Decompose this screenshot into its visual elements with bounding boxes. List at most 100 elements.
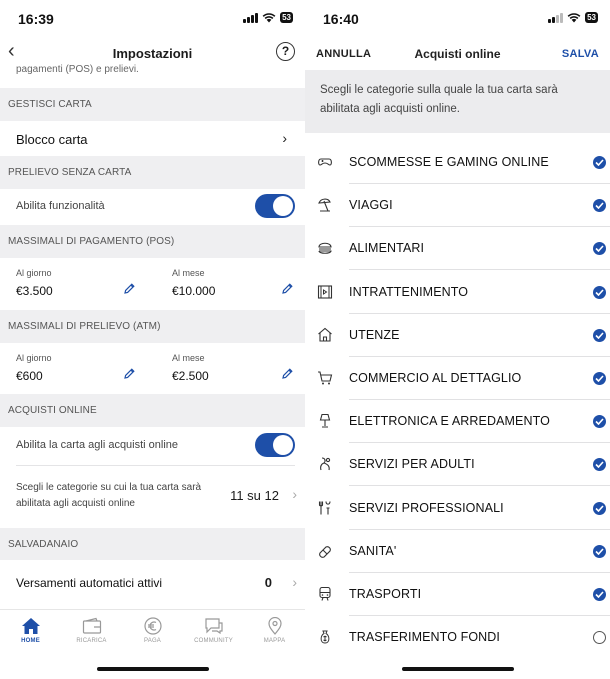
settings-screen: 16:39 53 ‹ Impostazioni ? pagamenti (POS… <box>0 0 305 679</box>
blocco-carta-row[interactable]: Blocco carta › <box>0 121 305 156</box>
status-time: 16:40 <box>323 11 359 27</box>
category-row[interactable]: ALIMENTARI <box>305 227 610 271</box>
pos-day-value: €3.500 <box>16 284 53 298</box>
atm-month-label: Al mese <box>172 353 205 363</box>
tab-ricarica[interactable]: RICARICA <box>61 610 122 653</box>
atm-month-value: €2.500 <box>172 369 209 383</box>
category-row[interactable]: SERVIZI PROFESSIONALI <box>305 487 610 530</box>
help-icon[interactable]: ? <box>276 42 295 61</box>
categorie-row[interactable]: Scegli le categorie su cui la tua carta … <box>0 466 305 528</box>
section-salvadanaio: SALVADANAIO <box>0 528 305 560</box>
check-icon <box>595 505 604 512</box>
blocco-carta-label: Blocco carta <box>16 132 88 147</box>
category-label: SANITA' <box>349 543 397 558</box>
category-row[interactable]: VIAGGI <box>305 184 610 228</box>
home-indicator <box>96 667 209 671</box>
wifi-icon <box>262 12 276 22</box>
tab-community[interactable]: COMMUNITY <box>183 610 244 653</box>
check-icon <box>595 548 604 555</box>
category-row[interactable]: SANITA' <box>305 530 610 573</box>
category-label: COMMERCIO AL DETTAGLIO <box>349 371 522 385</box>
signal-icon <box>243 12 259 23</box>
tab-bar: HOME RICARICA PAGA COMMUNITY MAPPA <box>0 609 305 653</box>
chevron-right-icon: › <box>292 574 297 590</box>
checkbox-checked-icon[interactable] <box>593 501 606 515</box>
checkbox-checked-icon[interactable] <box>593 588 606 601</box>
acquisti-online-screen: 16:40 53 ANNULLA Acquisti online SALVA S… <box>305 0 610 679</box>
category-label: VIAGGI <box>349 198 393 213</box>
info-banner: Scegli le categorie sulla quale la tua c… <box>305 70 610 133</box>
pos-month-label: Al mese <box>172 268 205 278</box>
tab-paga[interactable]: PAGA <box>122 610 183 653</box>
tab-label: HOME <box>21 638 40 644</box>
category-row[interactable]: TRASPORTI <box>305 573 610 616</box>
checkbox-checked-icon[interactable] <box>593 285 606 299</box>
category-row[interactable]: UTENZE <box>305 314 610 357</box>
status-icons: 53 <box>243 12 293 23</box>
lamp-icon <box>319 414 331 428</box>
category-row[interactable]: SERVIZI PER ADULTI <box>305 443 610 487</box>
check-icon <box>595 418 604 426</box>
edit-pencil-icon[interactable] <box>281 282 294 295</box>
category-label: ELETTRONICA E ARREDAMENTO <box>349 414 550 429</box>
versamenti-label: Versamenti automatici attivi <box>16 576 163 590</box>
prelievo-toggle[interactable] <box>255 194 295 218</box>
edit-pencil-icon[interactable] <box>123 282 136 295</box>
cart-icon <box>318 371 333 385</box>
save-button[interactable]: SALVA <box>562 48 599 60</box>
edit-pencil-icon[interactable] <box>281 367 294 380</box>
checkbox-checked-icon[interactable] <box>593 156 606 169</box>
tab-mappa[interactable]: MAPPA <box>244 610 305 653</box>
checkbox-unchecked-icon[interactable] <box>593 631 606 645</box>
checkbox-checked-icon[interactable] <box>593 372 606 385</box>
section-massimali-pos: MASSIMALI DI PAGAMENTO (POS) <box>0 225 305 258</box>
section-gestisci-carta: GESTISCI CARTA <box>0 88 305 121</box>
category-label: UTENZE <box>349 327 400 342</box>
checkbox-checked-icon[interactable] <box>593 415 606 429</box>
checkbox-checked-icon[interactable] <box>593 458 606 472</box>
acquisti-toggle-row: Abilita la carta agli acquisti online <box>0 427 305 465</box>
categorie-label: Scegli le categorie su cui la tua carta … <box>16 482 202 509</box>
checkbox-checked-icon[interactable] <box>593 328 606 342</box>
category-row[interactable]: ELETTRONICA E ARREDAMENTO <box>305 400 610 444</box>
check-icon <box>595 332 604 339</box>
category-row[interactable]: TRASFERIMENTO FONDI <box>305 616 610 659</box>
massimali-pos-row: Al giorno €3.500 Al mese €10.000 <box>0 258 305 310</box>
category-label: TRASFERIMENTO FONDI <box>349 630 500 645</box>
versamenti-count: 0 <box>264 575 272 590</box>
acquisti-online-toggle[interactable] <box>255 433 295 457</box>
category-row[interactable]: SCOMMESSE E GAMING ONLINE <box>305 141 610 184</box>
chevron-right-icon: › <box>292 486 297 502</box>
adult-icon <box>320 457 331 471</box>
pos-month-cell: Al mese €10.000 <box>172 268 215 298</box>
edit-pencil-icon[interactable] <box>123 367 136 380</box>
check-icon <box>595 289 604 296</box>
check-icon <box>595 159 604 166</box>
pos-day-cell: Al giorno €3.500 <box>16 268 53 298</box>
train-icon <box>319 586 331 601</box>
abilita-online-label: Abilita la carta agli acquisti online <box>16 439 179 451</box>
checkbox-checked-icon[interactable] <box>593 242 606 256</box>
house-icon <box>318 327 332 342</box>
versamenti-row[interactable]: Versamenti automatici attivi 0 › <box>0 560 305 608</box>
chevron-right-icon: › <box>282 130 287 146</box>
category-row[interactable]: COMMERCIO AL DETTAGLIO <box>305 357 610 400</box>
check-icon <box>595 245 604 253</box>
beach-umbrella-icon <box>318 198 331 212</box>
section-massimali-atm: MASSIMALI DI PRELIEVO (ATM) <box>0 310 305 343</box>
tab-home[interactable]: HOME <box>0 610 61 653</box>
tab-label: PAGA <box>143 638 162 644</box>
gamepad-icon <box>318 158 332 166</box>
status-icons: 53 <box>548 12 598 23</box>
home-indicator <box>401 667 514 671</box>
money-bag-icon <box>320 630 330 644</box>
pill-icon <box>319 545 331 558</box>
category-label: ALIMENTARI <box>349 241 425 256</box>
atm-month-cell: Al mese €2.500 <box>172 353 209 383</box>
checkbox-checked-icon[interactable] <box>593 199 606 213</box>
pos-day-label: Al giorno <box>16 268 52 278</box>
category-row[interactable]: INTRATTENIMENTO <box>305 271 610 314</box>
chat-icon <box>204 618 223 635</box>
category-label: SERVIZI PROFESSIONALI <box>349 500 504 515</box>
checkbox-checked-icon[interactable] <box>593 544 606 558</box>
